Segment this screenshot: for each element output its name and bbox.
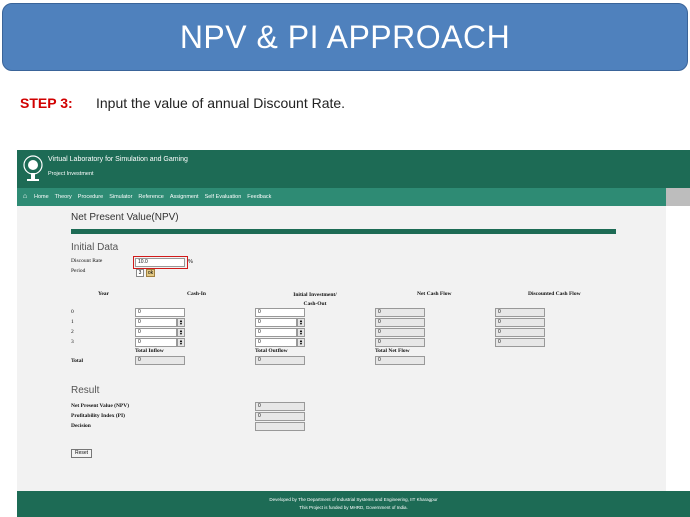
- discount-rate-highlight: [133, 256, 188, 269]
- app-screenshot: Virtual Laboratory for Simulation and Ga…: [17, 150, 690, 517]
- cash-out-input[interactable]: 0: [255, 328, 297, 337]
- cash-out-input[interactable]: 0: [255, 338, 297, 347]
- app-title: Virtual Laboratory for Simulation and Ga…: [48, 156, 188, 163]
- total-outflow-label: Total Outflow: [255, 348, 288, 354]
- col-discounted-cash-flow: Discounted Cash Flow: [528, 291, 581, 297]
- reset-button[interactable]: Reset: [71, 449, 93, 458]
- period-label: Period: [71, 268, 86, 274]
- spinner-icon[interactable]: ▲ ▼: [297, 338, 305, 347]
- total-outflow-field: 0: [255, 356, 305, 365]
- spinner-icon[interactable]: ▲ ▼: [297, 328, 305, 337]
- spinner-icon[interactable]: ▲ ▼: [177, 328, 185, 337]
- total-net-flow-label: Total Net Flow: [375, 348, 410, 354]
- nav-feedback[interactable]: Feedback: [247, 194, 271, 200]
- slide-title-banner: NPV & PI APPROACH: [2, 3, 688, 71]
- nav-home[interactable]: Home: [34, 194, 49, 200]
- app-subtitle: Project Investment: [48, 171, 94, 177]
- app-footer: Developed by The Department of Industria…: [17, 491, 690, 517]
- npv-field: 0: [255, 402, 305, 411]
- row-year: 0: [71, 309, 74, 315]
- pi-label: Profitability Index (PI): [71, 413, 125, 419]
- footer-line-2: This Project is funded by MHRD, Governme…: [299, 505, 408, 510]
- discounted-cash-flow-field: 0: [495, 308, 545, 317]
- nav-gray-band: [666, 188, 690, 206]
- right-gutter: [666, 206, 690, 491]
- discounted-cash-flow-field: 0: [495, 338, 545, 347]
- step-text: Input the value of annual Discount Rate.: [96, 95, 346, 111]
- row-year: 3: [71, 339, 74, 345]
- step-instruction: STEP 3: Input the value of annual Discoun…: [20, 95, 345, 111]
- row-year: 1: [71, 319, 74, 325]
- total-label: Total: [71, 358, 84, 364]
- total-inflow-field: 0: [135, 356, 185, 365]
- nav-assignment[interactable]: Assignment: [170, 194, 199, 200]
- net-cash-flow-field: 0: [375, 328, 425, 337]
- discount-unit: %: [188, 259, 193, 265]
- cash-in-input[interactable]: 0: [135, 308, 185, 317]
- row-year: 2: [71, 329, 74, 335]
- decision-field: [255, 422, 305, 431]
- initial-data-heading: Initial Data: [71, 242, 119, 253]
- home-icon[interactable]: ⌂: [20, 192, 30, 202]
- nav-theory[interactable]: Theory: [55, 194, 72, 200]
- col-cash-in: Cash-In: [187, 291, 206, 297]
- pi-field: 0: [255, 412, 305, 421]
- col-year: Year: [98, 291, 109, 297]
- spinner-icon[interactable]: ▲ ▼: [177, 318, 185, 327]
- title-divider: [71, 229, 616, 234]
- net-cash-flow-field: 0: [375, 308, 425, 317]
- cash-out-input[interactable]: 0: [255, 308, 305, 317]
- period-ok-button[interactable]: ok: [146, 269, 155, 277]
- net-cash-flow-field: 0: [375, 318, 425, 327]
- discount-rate-label: Discount Rate: [71, 258, 103, 264]
- page-title: Net Present Value(NPV): [71, 212, 179, 223]
- main-nav: ⌂ Home Theory Procedure Simulator Refere…: [17, 188, 666, 206]
- nav-reference[interactable]: Reference: [138, 194, 163, 200]
- nav-simulator[interactable]: Simulator: [109, 194, 132, 200]
- result-heading: Result: [71, 385, 100, 396]
- discounted-cash-flow-field: 0: [495, 318, 545, 327]
- spinner-icon[interactable]: ▲ ▼: [177, 338, 185, 347]
- nav-self-evaluation[interactable]: Self Evaluation: [205, 194, 242, 200]
- app-header: Virtual Laboratory for Simulation and Ga…: [17, 150, 690, 188]
- total-net-flow-field: 0: [375, 356, 425, 365]
- total-inflow-label: Total Inflow: [135, 348, 164, 354]
- col-cash-out: Initial Investment/ Cash-Out: [293, 292, 337, 307]
- cash-in-input[interactable]: 0: [135, 338, 177, 347]
- cash-out-input[interactable]: 0: [255, 318, 297, 327]
- step-label: STEP 3:: [20, 95, 73, 111]
- period-select[interactable]: 3: [136, 269, 144, 277]
- discounted-cash-flow-field: 0: [495, 328, 545, 337]
- simulator-content: Net Present Value(NPV) Initial Data Disc…: [17, 206, 666, 491]
- npv-label: Net Present Value (NPV): [71, 403, 130, 409]
- iit-emblem-icon: [23, 155, 43, 181]
- col-net-cash-flow: Net Cash Flow: [417, 291, 452, 297]
- cash-in-input[interactable]: 0: [135, 318, 177, 327]
- decision-label: Decision: [71, 423, 91, 429]
- spinner-icon[interactable]: ▲ ▼: [297, 318, 305, 327]
- nav-procedure[interactable]: Procedure: [78, 194, 103, 200]
- cash-in-input[interactable]: 0: [135, 328, 177, 337]
- net-cash-flow-field: 0: [375, 338, 425, 347]
- footer-line-1: Developed by The Department of Industria…: [269, 497, 438, 502]
